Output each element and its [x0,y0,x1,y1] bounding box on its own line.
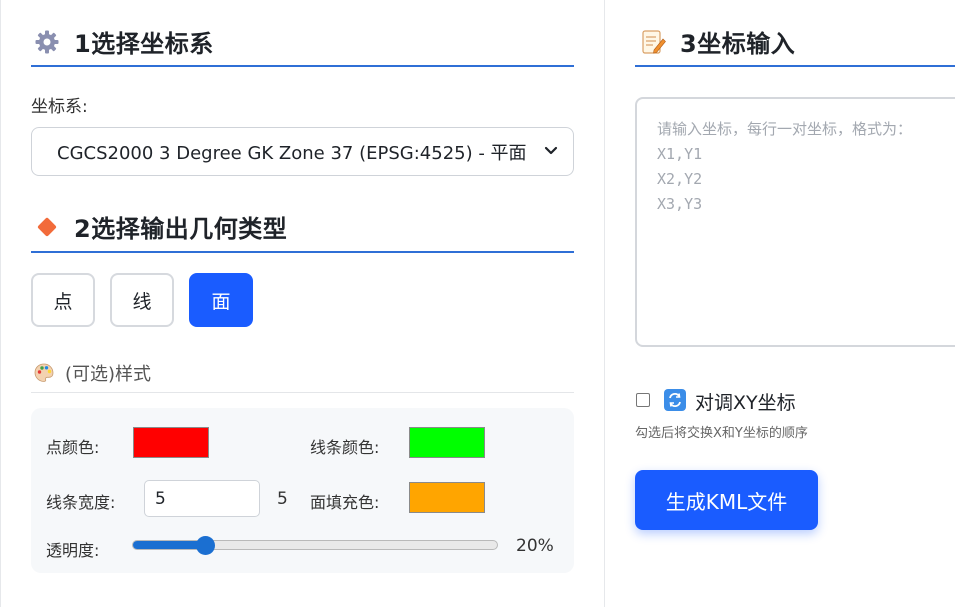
coordinate-placeholder: 请输入坐标，每行一对坐标，格式为： X1,Y1 X2,Y2 X3,Y3 [657,120,913,213]
style-header: (可选)样式 [33,360,151,386]
section-1-underline [31,65,574,67]
swap-icon [664,389,686,411]
swap-xy-checkbox[interactable] [636,393,650,407]
style-title: (可选)样式 [65,364,152,385]
line-width-label: 线条宽度: [46,493,116,512]
opacity-display: 20% [516,536,554,556]
line-width-display: 5 [277,489,288,509]
section-3-title: 3坐标输入 [680,30,796,58]
coord-system-select[interactable]: CGCS2000 3 Degree GK Zone 37 (EPSG:4525)… [31,127,574,176]
chevron-down-icon [543,142,559,162]
coordinate-textarea[interactable]: 请输入坐标，每行一对坐标，格式为： X1,Y1 X2,Y2 X3,Y3 [635,97,955,347]
coord-system-label: 坐标系: [31,97,88,117]
geometry-point-label: 点 [53,290,73,313]
geometry-polygon-label: 面 [211,290,231,313]
line-color-picker[interactable] [409,427,485,458]
coord-system-selected-value: CGCS2000 3 Degree GK Zone 37 (EPSG:4525)… [57,142,527,164]
section-2-title: 2选择输出几何类型 [74,215,288,243]
opacity-slider-fill [133,541,206,549]
geometry-line-button[interactable]: 线 [110,273,174,327]
point-color-label: 点颜色: [46,438,100,457]
line-color-label: 线条颜色: [310,438,380,457]
section-3-underline [635,65,955,67]
gear-icon [34,29,60,55]
section-1-header: 1选择坐标系 [34,24,214,59]
geometry-polygon-button[interactable]: 面 [189,273,253,327]
opacity-label: 透明度: [46,541,100,560]
fill-color-picker[interactable] [409,482,485,513]
panel-divider [604,0,605,607]
section-1-title: 1选择坐标系 [74,30,214,58]
geometry-line-label: 线 [132,290,152,313]
swap-xy-label[interactable]: 对调XY坐标 [695,388,796,415]
opacity-slider-thumb[interactable] [195,536,215,555]
fill-color-label: 面填充色: [310,493,380,512]
diamond-icon [34,214,60,240]
point-color-picker[interactable] [133,427,209,458]
section-2-header: 2选择输出几何类型 [34,209,287,244]
section-3-header: 3坐标输入 [640,24,795,59]
style-divider [31,392,574,393]
palette-icon [33,362,55,384]
section-2-underline [31,251,574,253]
generate-kml-button[interactable]: 生成KML文件 [635,470,818,530]
generate-kml-label: 生成KML文件 [665,489,788,514]
geometry-point-button[interactable]: 点 [31,273,95,327]
opacity-slider-track[interactable] [132,540,498,550]
memo-icon [640,28,666,56]
line-width-input[interactable]: 5 [144,480,260,517]
swap-xy-hint: 勾选后将交换X和Y坐标的顺序 [635,426,808,441]
line-width-input-value: 5 [155,488,166,509]
